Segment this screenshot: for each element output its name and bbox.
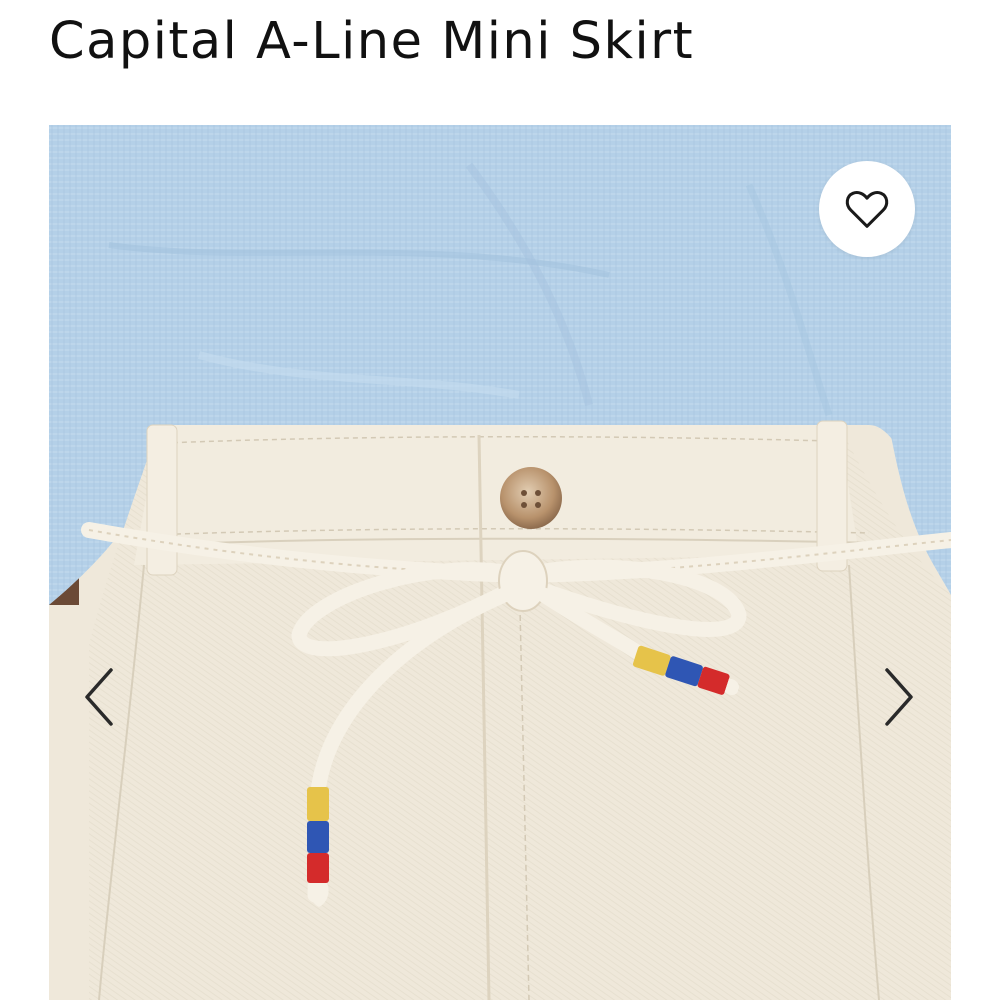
chevron-right-icon — [885, 668, 913, 726]
product-page: Capital A-Line Mini Skirt — [0, 0, 1000, 1000]
heart-outline-icon — [845, 191, 889, 228]
wishlist-button[interactable] — [819, 161, 915, 257]
chevron-left-icon — [85, 668, 113, 726]
next-image-button[interactable] — [877, 662, 921, 732]
page-title: Capital A-Line Mini Skirt — [49, 12, 695, 71]
product-image — [49, 125, 951, 1000]
previous-image-button[interactable] — [77, 662, 121, 732]
product-image-gallery[interactable] — [49, 125, 951, 1000]
